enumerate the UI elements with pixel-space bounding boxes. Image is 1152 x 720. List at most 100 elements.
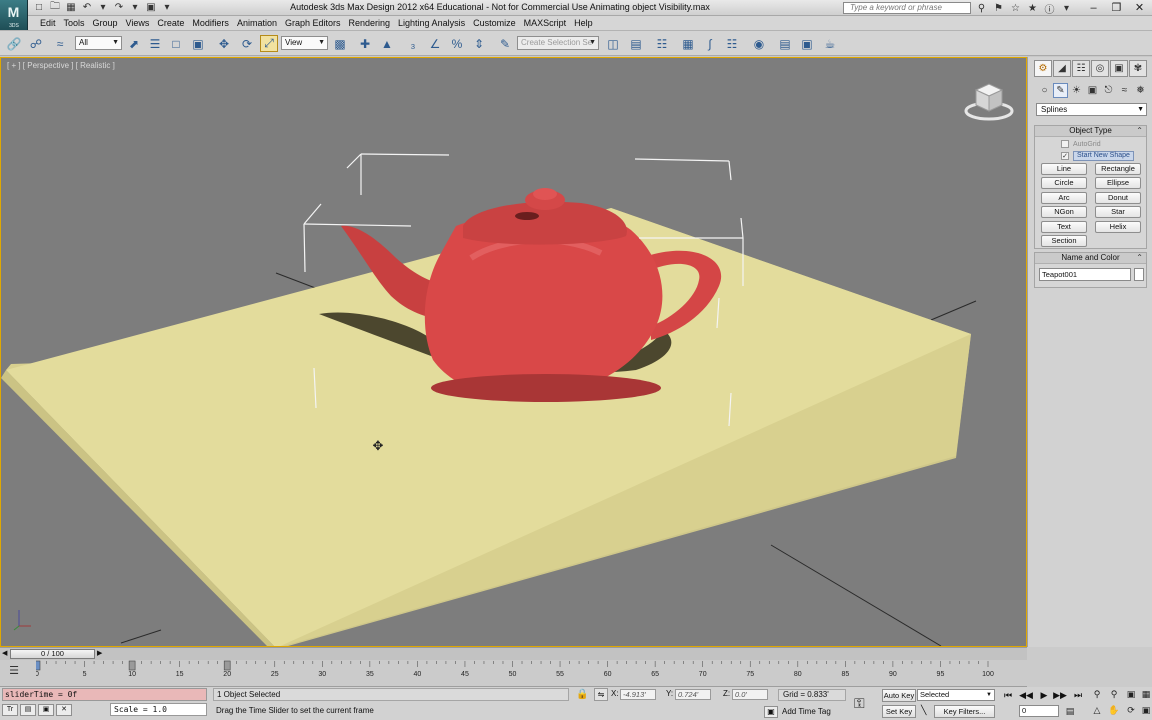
select-object-icon[interactable]: ⬈ [125, 35, 143, 52]
time-slider[interactable]: ◀ 0 / 100 ▶ [0, 647, 1027, 660]
select-and-manipulate-icon[interactable]: ✚ [356, 35, 374, 52]
qa-customize-dropdown-icon[interactable]: ▾ [160, 1, 174, 14]
helix-button[interactable]: Helix [1095, 221, 1141, 233]
menu-tools[interactable]: Tools [60, 16, 89, 31]
open-mini-curve-editor-icon[interactable]: ☰ [6, 663, 22, 677]
keyframe-marker[interactable] [128, 660, 136, 671]
time-slider-next-icon[interactable]: ▶ [97, 649, 102, 657]
object-category-dropdown[interactable]: Splines ▼ [1036, 103, 1147, 116]
maximize-viewport-icon[interactable]: ▣ [1138, 703, 1152, 717]
perspective-viewport[interactable]: [ + ] [ Perspective ] [ Realistic ] ✥ [0, 57, 1027, 647]
object-name-input[interactable]: Teapot001 [1039, 268, 1131, 281]
bind-to-space-warp-icon[interactable]: ≈ [51, 35, 69, 52]
menu-lighting-analysis[interactable]: Lighting Analysis [394, 16, 469, 31]
restore-icon[interactable]: ❐ [1105, 0, 1128, 15]
maxscript-mini-listener[interactable]: sliderTime = 0f [2, 688, 207, 701]
communication-center-icon[interactable]: ☆ [1008, 1, 1023, 15]
maxscript-output-field[interactable]: Scale = 1.0 [110, 703, 207, 716]
orbit-icon[interactable]: ⟳ [1123, 703, 1139, 717]
go-to-end-icon[interactable]: ⏭ [1070, 689, 1086, 702]
align-icon[interactable]: ▤ [627, 35, 645, 52]
play-icon[interactable]: ▶ [1036, 689, 1052, 702]
create-tab-icon[interactable]: ⚙ [1034, 60, 1052, 77]
space-warps-category-icon[interactable]: ≈ [1117, 83, 1132, 98]
open-file-icon[interactable]: 🗀 [48, 1, 62, 14]
zoom-all-icon[interactable]: ⚲ [1106, 687, 1122, 701]
section-button[interactable]: Section [1041, 235, 1087, 247]
menu-animation[interactable]: Animation [233, 16, 281, 31]
keyboard-shortcut-toggle-icon[interactable]: ▲ [378, 35, 396, 52]
select-by-name-icon[interactable]: ☰ [146, 35, 164, 52]
systems-category-icon[interactable]: ❅ [1133, 83, 1148, 98]
application-button[interactable]: M 3DS [0, 0, 28, 30]
angle-snap-icon[interactable]: ∠ [426, 35, 444, 52]
track-view-icon[interactable]: Tr [2, 704, 18, 716]
redo-dropdown-icon[interactable]: ▾ [128, 1, 142, 14]
menu-graph-editors[interactable]: Graph Editors [281, 16, 345, 31]
rectangular-selection-icon[interactable]: □ [167, 35, 185, 52]
redo-icon[interactable]: ↷ [112, 1, 126, 14]
x-coord-input[interactable]: -4.913' [620, 689, 656, 700]
menu-customize[interactable]: Customize [469, 16, 520, 31]
cameras-category-icon[interactable]: ▣ [1085, 83, 1100, 98]
graphite-ribbon-icon[interactable]: ▦ [679, 35, 697, 52]
autogrid-checkbox[interactable] [1061, 140, 1069, 148]
object-color-swatch[interactable] [1134, 268, 1144, 281]
named-selection-sets-dropdown[interactable]: Create Selection Se ▼ [517, 36, 599, 50]
arc-button[interactable]: Arc [1041, 192, 1087, 204]
menu-views[interactable]: Views [122, 16, 154, 31]
star-button[interactable]: Star [1095, 206, 1141, 218]
name-and-color-rollout-header[interactable]: Name and Color ⌃ [1035, 253, 1146, 264]
keyframe-marker[interactable] [36, 660, 41, 671]
viewcube[interactable] [964, 80, 1014, 122]
set-key-button[interactable]: Set Key [882, 705, 916, 718]
use-pivot-center-icon[interactable]: ▩ [331, 35, 349, 52]
search-input[interactable]: Type a keyword or phrase [843, 2, 971, 14]
line-button[interactable]: Line [1041, 163, 1087, 175]
utilities-tab-icon[interactable]: ✾ [1129, 60, 1147, 77]
time-tag-icon[interactable]: ▣ [764, 706, 778, 718]
schematic-view-icon[interactable]: ☷ [723, 35, 741, 52]
start-new-shape-checkbox[interactable]: ✓ [1061, 152, 1069, 160]
reference-coordinate-dropdown[interactable]: View ▼ [281, 36, 328, 50]
minimize-icon[interactable]: – [1082, 0, 1105, 15]
keyframe-marker[interactable] [223, 660, 231, 671]
y-coord-input[interactable]: 0.724' [675, 689, 711, 700]
rectangle-button[interactable]: Rectangle [1095, 163, 1141, 175]
menu-group[interactable]: Group [89, 16, 122, 31]
snaps-toggle-icon[interactable]: ₃ [404, 35, 422, 52]
spinner-snap-icon[interactable]: ⇕ [470, 35, 488, 52]
time-slider-thumb[interactable]: 0 / 100 [10, 649, 95, 659]
pan-view-icon[interactable]: ✋ [1106, 703, 1122, 717]
mirror-icon[interactable]: ◫ [604, 35, 622, 52]
display-tab-icon[interactable]: ▣ [1110, 60, 1128, 77]
menu-edit[interactable]: Edit [36, 16, 60, 31]
z-coord-input[interactable]: 0.0' [732, 689, 768, 700]
select-and-scale-icon[interactable]: ⤢ [260, 35, 278, 52]
current-frame-input[interactable]: 0 [1019, 705, 1059, 717]
track-bar-ruler[interactable]: 0 5 10 15 20 25 30 35 40 45 50 55 60 65 70 75 80 85 90 95 10… [36, 660, 996, 687]
go-to-start-icon[interactable]: ⏮ [1000, 689, 1016, 702]
key-filter-toggle-icon[interactable]: ╲ [921, 705, 926, 716]
hierarchy-tab-icon[interactable]: ☷ [1072, 60, 1090, 77]
key-filters-button[interactable]: Key Filters... [934, 705, 995, 718]
next-frame-icon[interactable]: ▶▶ [1052, 689, 1068, 702]
project-folder-icon[interactable]: ▣ [144, 1, 158, 14]
zoom-icon[interactable]: ⚲ [1089, 687, 1105, 701]
ngon-button[interactable]: NGon [1041, 206, 1087, 218]
layer-icon[interactable]: ▤ [20, 704, 36, 716]
render-production-icon[interactable]: ☕ [821, 35, 839, 52]
zoom-extents-all-icon[interactable]: ▦ [1138, 687, 1152, 701]
selection-filter-dropdown[interactable]: All ▼ [75, 36, 122, 50]
auto-key-button[interactable]: Auto Key [882, 689, 916, 702]
menu-maxscript[interactable]: MAXScript [520, 16, 571, 31]
menu-help[interactable]: Help [570, 16, 597, 31]
menu-create[interactable]: Create [153, 16, 188, 31]
zoom-extents-icon[interactable]: ▣ [1123, 687, 1139, 701]
viewport-label[interactable]: [ + ] [ Perspective ] [ Realistic ] [7, 61, 115, 70]
motion-tab-icon[interactable]: ◎ [1091, 60, 1109, 77]
lights-category-icon[interactable]: ☀ [1069, 83, 1084, 98]
menu-modifiers[interactable]: Modifiers [188, 16, 233, 31]
modify-tab-icon[interactable]: ◢ [1053, 60, 1071, 77]
new-file-icon[interactable]: □ [32, 1, 46, 14]
